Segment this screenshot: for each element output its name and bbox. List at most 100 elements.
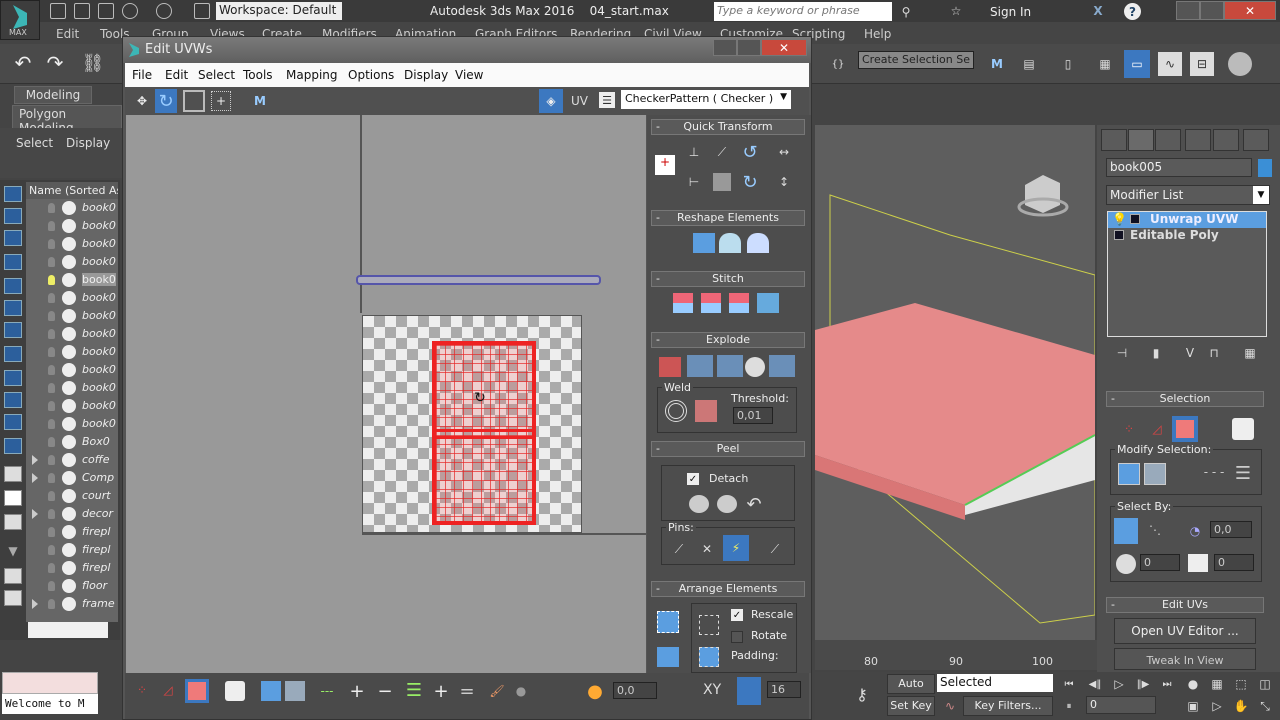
play-icon[interactable]: ▷ (1110, 676, 1128, 692)
zoom-all-icon[interactable]: ▦ (1208, 676, 1226, 692)
project-folder-icon[interactable] (194, 3, 210, 19)
grow-selection-icon[interactable] (1118, 463, 1140, 485)
motion-tab-icon[interactable] (1185, 129, 1211, 151)
lightbulb-icon[interactable] (48, 239, 55, 249)
display-cameras-icon[interactable] (4, 254, 22, 270)
space-vertical-icon[interactable]: ↕ (773, 171, 795, 193)
element-mode-icon[interactable] (1232, 418, 1254, 440)
previous-frame-icon[interactable]: ◀‖ (1086, 676, 1104, 692)
configure-modifier-sets-icon[interactable]: ▦ (1242, 345, 1258, 361)
key-mode-toggle-icon[interactable]: ⏸ (1060, 698, 1078, 714)
uv-menu-select[interactable]: Select (198, 68, 235, 82)
minimize-button[interactable] (1176, 1, 1200, 20)
create-tab-icon[interactable] (1101, 129, 1127, 151)
explorer-row[interactable]: floor (26, 577, 118, 595)
expand-arrow-icon[interactable] (32, 509, 38, 519)
expand-arrow-icon[interactable] (32, 599, 38, 609)
paint-select-icon[interactable]: 🖌 (487, 681, 507, 701)
lightbulb-icon[interactable] (48, 509, 55, 519)
stitch-to-average-icon[interactable] (701, 293, 721, 313)
soft-selection-icon[interactable]: ● (585, 681, 605, 702)
lightbulb-icon[interactable] (48, 599, 55, 609)
workspace-dropdown[interactable]: Workspace: Default (216, 2, 342, 20)
undo-icon[interactable]: ↶ (12, 51, 34, 75)
toggle-scene-explorer-icon[interactable]: ▯ (1060, 52, 1076, 76)
select-by-edge-loop-icon[interactable]: ⋱ (1144, 518, 1166, 542)
explorer-row[interactable]: book0 (26, 199, 118, 217)
explorer-row[interactable]: Comp (26, 469, 118, 487)
chevron-down-icon[interactable]: ▼ (1253, 186, 1269, 204)
pin-icon[interactable]: ⟋ (669, 539, 689, 559)
explorer-row[interactable]: book0 (26, 307, 118, 325)
display-containers-icon[interactable] (4, 392, 22, 408)
align-linear-icon[interactable]: ⟋ (711, 141, 733, 163)
uv-menu-mapping[interactable]: Mapping (286, 68, 338, 82)
explorer-select-menu[interactable]: Select (16, 136, 53, 150)
stack-item-unwrap-uvw[interactable]: 💡 Unwrap UVW (1108, 212, 1266, 228)
explorer-row[interactable]: book0 (26, 253, 118, 271)
lightbulb-icon[interactable] (48, 365, 55, 375)
sign-in-button[interactable]: Sign In (990, 5, 1031, 19)
straighten-icon[interactable] (713, 173, 731, 191)
field-of-view-icon[interactable]: ▷ (1208, 698, 1226, 714)
dialog-minimize-button[interactable] (713, 39, 737, 56)
grow-selection-icon[interactable] (261, 681, 281, 701)
auto-key-button[interactable]: Auto Key (887, 674, 935, 708)
pack-custom-icon[interactable] (699, 615, 719, 635)
schematic-view-icon[interactable]: ⊟ (1190, 52, 1214, 76)
pack-settings-icon[interactable] (699, 647, 719, 667)
uv-menu-edit[interactable]: Edit (165, 68, 188, 82)
save-icon[interactable] (98, 3, 114, 19)
uv-menu-tools[interactable]: Tools (243, 68, 273, 82)
binoculars-icon[interactable]: ⚲ (898, 4, 914, 20)
search-input[interactable]: Type a keyword or phrase (714, 2, 892, 21)
pack-normalize-icon[interactable] (657, 611, 679, 633)
explorer-row[interactable]: court (26, 487, 118, 505)
key-filters-button[interactable]: Key Filters... (963, 696, 1053, 716)
expand-arrow-icon[interactable] (32, 455, 38, 465)
soft-selection-falloff-spinner[interactable]: 0,0 (613, 682, 657, 699)
lightbulb-icon[interactable] (48, 563, 55, 573)
menu-help[interactable]: Help (864, 27, 891, 41)
reset-peel-icon[interactable]: ↶ (743, 493, 765, 515)
uv-shell-spine[interactable] (356, 275, 601, 285)
uv-menu-view[interactable]: View (455, 68, 483, 82)
weld-selected-icon[interactable] (695, 400, 717, 422)
edge-mode-icon[interactable]: ◿ (159, 681, 177, 699)
move-icon[interactable]: ✥ (131, 90, 153, 112)
explorer-row[interactable]: Box0 (26, 433, 118, 451)
layer-icon[interactable] (4, 590, 22, 606)
polygon-mode-button[interactable] (185, 679, 209, 703)
dialog-maximize-button[interactable] (737, 39, 761, 56)
help-icon[interactable]: ? (1124, 3, 1141, 20)
target-weld-icon[interactable] (665, 400, 687, 422)
utilities-tab-icon[interactable] (1243, 129, 1269, 151)
maxscript-listener-input[interactable] (2, 672, 98, 694)
lightbulb-icon[interactable] (48, 437, 55, 447)
expand-icon[interactable] (1114, 230, 1124, 240)
lightbulb-icon[interactable]: 💡 (1112, 212, 1127, 226)
quick-transform-header[interactable]: - Quick Transform (651, 119, 805, 135)
redo-icon[interactable] (156, 3, 172, 19)
grid-spinner[interactable]: 0 (1214, 554, 1254, 571)
explorer-row[interactable]: decor (26, 505, 118, 523)
lightbulb-icon[interactable] (48, 455, 55, 465)
lightbulb-icon[interactable] (48, 203, 55, 213)
explorer-display-menu[interactable]: Display (66, 136, 110, 150)
select-by-angle-icon[interactable]: ◔ (1184, 520, 1206, 542)
edit-named-selection-icon[interactable]: {} (828, 52, 848, 76)
maximize-button[interactable] (1200, 1, 1224, 20)
hierarchy-tab-icon[interactable] (1155, 129, 1181, 151)
uv-coordinates-button[interactable]: UV (571, 94, 588, 108)
explorer-row[interactable]: book0 (26, 415, 118, 433)
explorer-row[interactable]: coffe (26, 451, 118, 469)
next-frame-icon[interactable]: ‖▶ (1134, 676, 1152, 692)
curve-editor-icon[interactable]: ∿ (1158, 52, 1182, 76)
curve-icon[interactable]: ∿ (940, 696, 960, 716)
lightbulb-icon[interactable] (48, 311, 55, 321)
grow-loop-icon[interactable]: + (347, 681, 367, 702)
select-pinned-icon[interactable]: ⟋ (765, 539, 785, 559)
ribbon-tab-modeling[interactable]: Modeling (14, 86, 92, 104)
pack-together-icon[interactable] (657, 647, 679, 667)
lightbulb-icon[interactable] (48, 383, 55, 393)
